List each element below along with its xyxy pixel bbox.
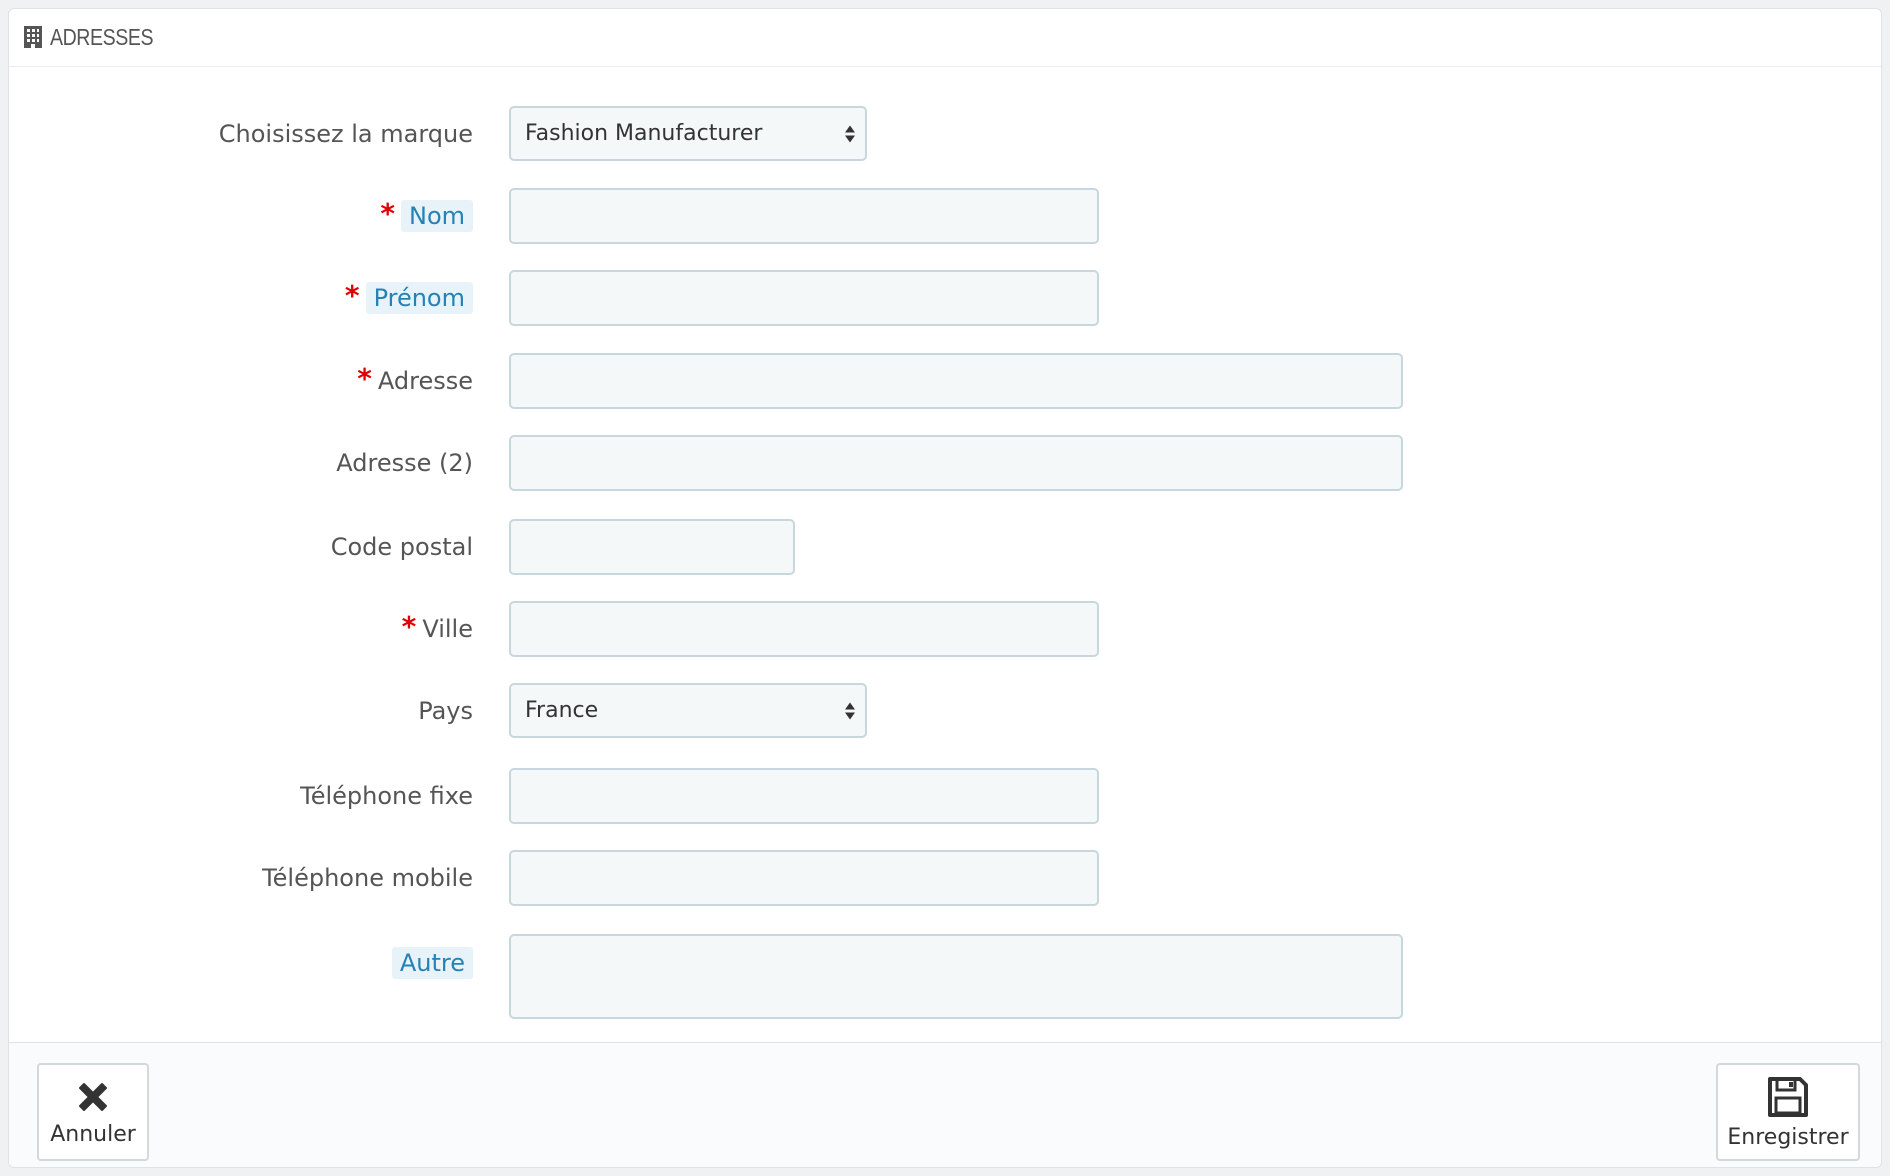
mobile-label: Téléphone mobile — [262, 864, 473, 892]
required-marker: * — [344, 278, 360, 312]
country-select[interactable]: France — [509, 683, 867, 738]
other-label: Autre — [391, 935, 473, 991]
addresses-panel: ADRESSES Choisissez la marque Fashion Ma… — [8, 8, 1882, 1168]
required-marker: * — [357, 361, 372, 395]
floppy-disk-icon — [1768, 1076, 1808, 1117]
postcode-input[interactable] — [509, 519, 795, 575]
brand-label: Choisissez la marque — [218, 120, 473, 148]
building-icon — [23, 25, 45, 51]
firstname-hint[interactable]: Prénom — [365, 282, 473, 314]
other-hint[interactable]: Autre — [391, 947, 473, 979]
panel-header: ADRESSES — [9, 9, 1881, 67]
city-input[interactable] — [509, 601, 1099, 657]
address-label: * Adresse — [357, 361, 473, 396]
lastname-label: * Nom — [380, 188, 473, 244]
address-input[interactable] — [509, 353, 1403, 409]
save-button-label: Enregistrer — [1727, 1124, 1849, 1150]
mobile-input[interactable] — [509, 850, 1099, 906]
cancel-button[interactable]: Annuler — [37, 1063, 149, 1161]
other-textarea[interactable] — [509, 934, 1403, 1019]
close-icon — [79, 1082, 107, 1111]
required-marker: * — [401, 609, 417, 643]
brand-select-value: Fashion Manufacturer — [525, 121, 763, 146]
select-arrows-icon — [845, 702, 855, 719]
country-select-value: France — [525, 698, 599, 723]
phone-input[interactable] — [509, 768, 1099, 824]
required-marker: * — [380, 196, 395, 230]
select-arrows-icon — [845, 125, 855, 142]
address2-label: Adresse (2) — [336, 449, 473, 477]
brand-select[interactable]: Fashion Manufacturer — [509, 106, 867, 161]
city-label: * Ville — [401, 609, 473, 644]
firstname-input[interactable] — [509, 270, 1099, 326]
save-button[interactable]: Enregistrer — [1716, 1063, 1860, 1161]
panel-title: ADRESSES — [50, 24, 154, 50]
postcode-label: Code postal — [330, 533, 473, 561]
panel-footer: Annuler Enregistrer — [9, 1042, 1881, 1167]
phone-label: Téléphone fixe — [300, 782, 473, 810]
lastname-hint[interactable]: Nom — [400, 200, 473, 232]
country-label: Pays — [418, 697, 473, 725]
address2-input[interactable] — [509, 435, 1403, 491]
lastname-input[interactable] — [509, 188, 1099, 244]
firstname-label: * Prénom — [345, 270, 473, 326]
cancel-button-label: Annuler — [50, 1121, 136, 1147]
